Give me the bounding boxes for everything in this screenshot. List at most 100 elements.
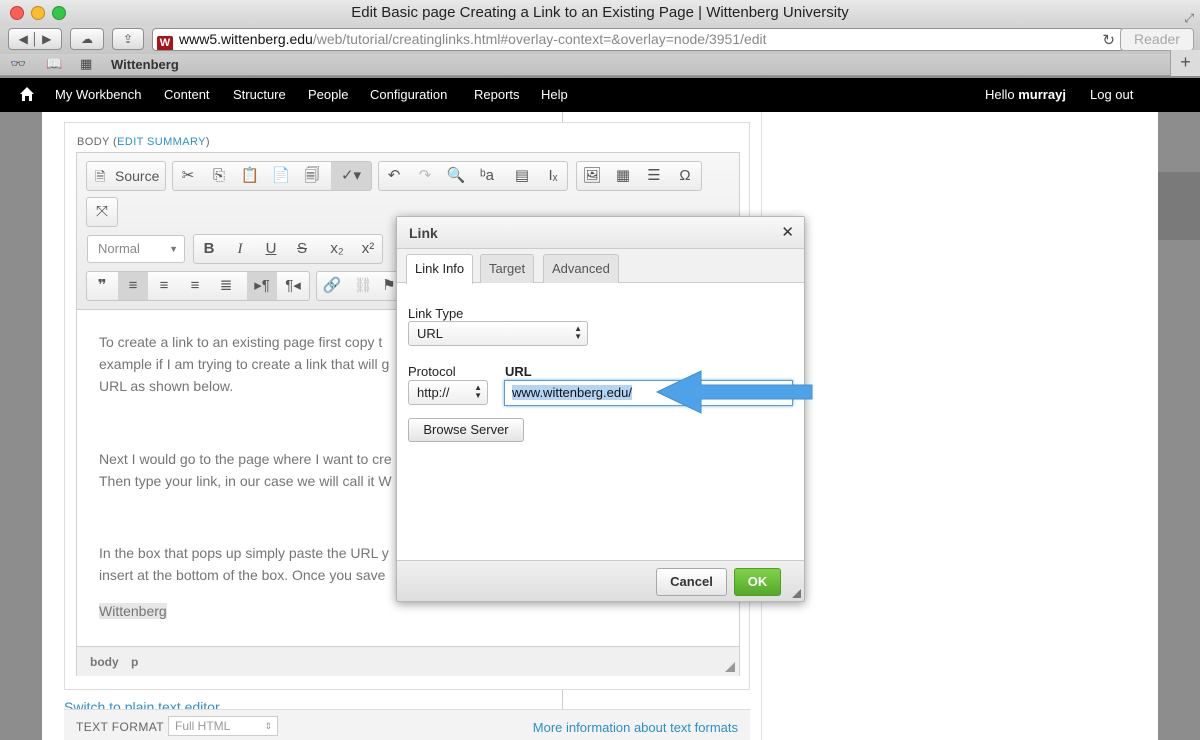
window-titlebar: Edit Basic page Creating a Link to an Ex… [0, 0, 1200, 26]
minimize-window-button[interactable] [31, 6, 45, 20]
paragraph-1-line-1: To create a link to an existing page fir… [99, 334, 383, 350]
text-format-info-link[interactable]: More information about text formats [533, 720, 738, 735]
dialog-footer: Cancel OK [397, 560, 804, 601]
underline-icon[interactable]: U [256, 235, 286, 263]
logout-link[interactable]: Log out [1090, 87, 1133, 102]
menu-people[interactable]: People [308, 87, 348, 102]
ltr-icon[interactable]: ▸¶ [247, 272, 277, 300]
special-char-icon[interactable]: Ω [670, 162, 700, 190]
source-button[interactable]: 🗎 Source [86, 161, 166, 191]
justify-icon[interactable]: ≣ [211, 272, 241, 300]
share-button[interactable]: ⇪ [112, 28, 144, 50]
strikethrough-icon[interactable]: S [287, 235, 317, 263]
image-icon[interactable]: 🖼 [577, 162, 607, 190]
maximize-button[interactable]: ⤧ [86, 197, 118, 227]
chevron-down-icon: ▼ [169, 244, 178, 254]
horizontal-line-icon[interactable]: ☰ [639, 162, 669, 190]
menu-content[interactable]: Content [164, 87, 210, 102]
dialog-resize-handle[interactable] [792, 589, 801, 598]
spellcheck-icon[interactable]: ✓▾ [331, 162, 371, 190]
menu-structure[interactable]: Structure [233, 87, 286, 102]
bookmarks-icon[interactable]: 📖 [46, 56, 62, 72]
align-right-icon[interactable]: ≡ [180, 272, 210, 300]
reader-button[interactable]: Reader [1120, 28, 1194, 51]
paste-word-icon[interactable]: 🗐 [297, 162, 327, 190]
back-forward-buttons[interactable]: ◀ │ ▶ [8, 28, 62, 50]
site-favicon-icon: W [157, 36, 173, 50]
superscript-icon[interactable]: x² [353, 235, 383, 263]
menu-reports[interactable]: Reports [474, 87, 520, 102]
forward-icon[interactable]: ▶ [42, 32, 51, 46]
insert-group: 🖼 ▦ ☰ Ω [576, 161, 702, 191]
close-icon[interactable]: ✕ [781, 223, 794, 241]
path-body[interactable]: body [90, 655, 119, 669]
replace-icon[interactable]: ᵇa [472, 162, 502, 190]
menu-help[interactable]: Help [541, 87, 568, 102]
link-icon[interactable]: 🔗 [317, 272, 347, 300]
menu-my-workbench[interactable]: My Workbench [55, 87, 141, 102]
find-icon[interactable]: 🔍 [441, 162, 471, 190]
bookmarks-bar: 👓 📖 ▦ Wittenberg [0, 54, 1200, 76]
cut-icon[interactable]: ✂ [173, 162, 203, 190]
link-type-select[interactable]: URL ▲ ▼ [408, 321, 588, 346]
new-tab-button[interactable]: + [1170, 50, 1200, 76]
body-label: BODY (EDIT SUMMARY) [77, 136, 210, 148]
tab-advanced[interactable]: Advanced [543, 254, 619, 283]
home-icon[interactable] [19, 86, 35, 102]
annotation-arrow [655, 370, 813, 414]
menu-configuration[interactable]: Configuration [370, 87, 447, 102]
align-center-icon[interactable]: ≡ [149, 272, 179, 300]
icloud-tabs-button[interactable]: ☁ [70, 28, 104, 50]
tab-link-info[interactable]: Link Info [406, 254, 474, 284]
protocol-select[interactable]: http:// ▲ ▼ [408, 380, 488, 405]
reading-list-icon[interactable]: 👓 [10, 56, 26, 72]
align-left-icon[interactable]: ≡ [118, 272, 148, 300]
dialog-titlebar[interactable]: Link ✕ [397, 217, 804, 249]
editor-resize-handle[interactable] [725, 662, 735, 672]
back-icon[interactable]: ◀ [19, 32, 28, 46]
path-p[interactable]: p [131, 655, 138, 669]
redo-icon[interactable]: ↷ [410, 162, 440, 190]
share-icon: ⇪ [122, 32, 134, 46]
hello-user[interactable]: Hello murrayj [985, 87, 1066, 102]
italic-icon[interactable]: I [225, 235, 255, 263]
rtl-icon[interactable]: ¶◂ [278, 272, 308, 300]
table-icon[interactable]: ▦ [608, 162, 638, 190]
divider [562, 690, 563, 710]
maximize-icon: ⤧ [95, 203, 108, 220]
paste-text-icon[interactable]: 📄 [266, 162, 296, 190]
dialog-title: Link [409, 225, 438, 241]
browse-server-button[interactable]: Browse Server [408, 418, 524, 442]
copy-icon[interactable]: ⎘ [204, 162, 234, 190]
link-type-label: Link Type [408, 306, 464, 321]
blockquote-icon[interactable]: ❞ [87, 272, 117, 300]
ok-button[interactable]: OK [734, 568, 781, 596]
undo-icon[interactable]: ↶ [379, 162, 409, 190]
paragraph-3-line-1: In the box that pops up simply paste the… [99, 545, 389, 561]
selected-link-text[interactable]: Wittenberg [99, 603, 167, 619]
remove-format-icon[interactable]: Iₓ [538, 162, 568, 190]
subscript-icon[interactable]: x₂ [322, 235, 352, 263]
right-column [761, 112, 1158, 740]
divider [562, 112, 563, 122]
reload-icon[interactable]: ↻ [1102, 30, 1115, 50]
bookmark-wittenberg[interactable]: Wittenberg [111, 57, 179, 72]
text-format-select[interactable]: Full HTML ⇕ [168, 716, 278, 736]
bold-icon[interactable]: B [194, 235, 224, 263]
select-all-icon[interactable]: ▤ [507, 162, 537, 190]
format-combo[interactable]: Normal ▼ [87, 235, 185, 263]
close-window-button[interactable] [10, 6, 24, 20]
admin-toolbar: My Workbench Content Structure People Co… [0, 78, 1200, 112]
zoom-window-button[interactable] [52, 6, 66, 20]
edit-summary-link[interactable]: EDIT SUMMARY [117, 136, 206, 148]
paste-icon[interactable]: 📋 [235, 162, 265, 190]
link-group: 🔗 ⛓ ⚑ [316, 271, 400, 301]
editor-statusbar: body p [77, 646, 739, 676]
cancel-button[interactable]: Cancel [656, 568, 727, 596]
unlink-icon[interactable]: ⛓ [348, 272, 378, 300]
source-label: Source [115, 168, 160, 184]
basic-styles-group: B I U S x₂ x² [193, 234, 383, 264]
tab-target[interactable]: Target [480, 254, 535, 283]
address-bar[interactable]: Wwww5.wittenberg.edu/web/tutorial/creati… [152, 28, 1124, 51]
top-sites-icon[interactable]: ▦ [80, 56, 92, 72]
